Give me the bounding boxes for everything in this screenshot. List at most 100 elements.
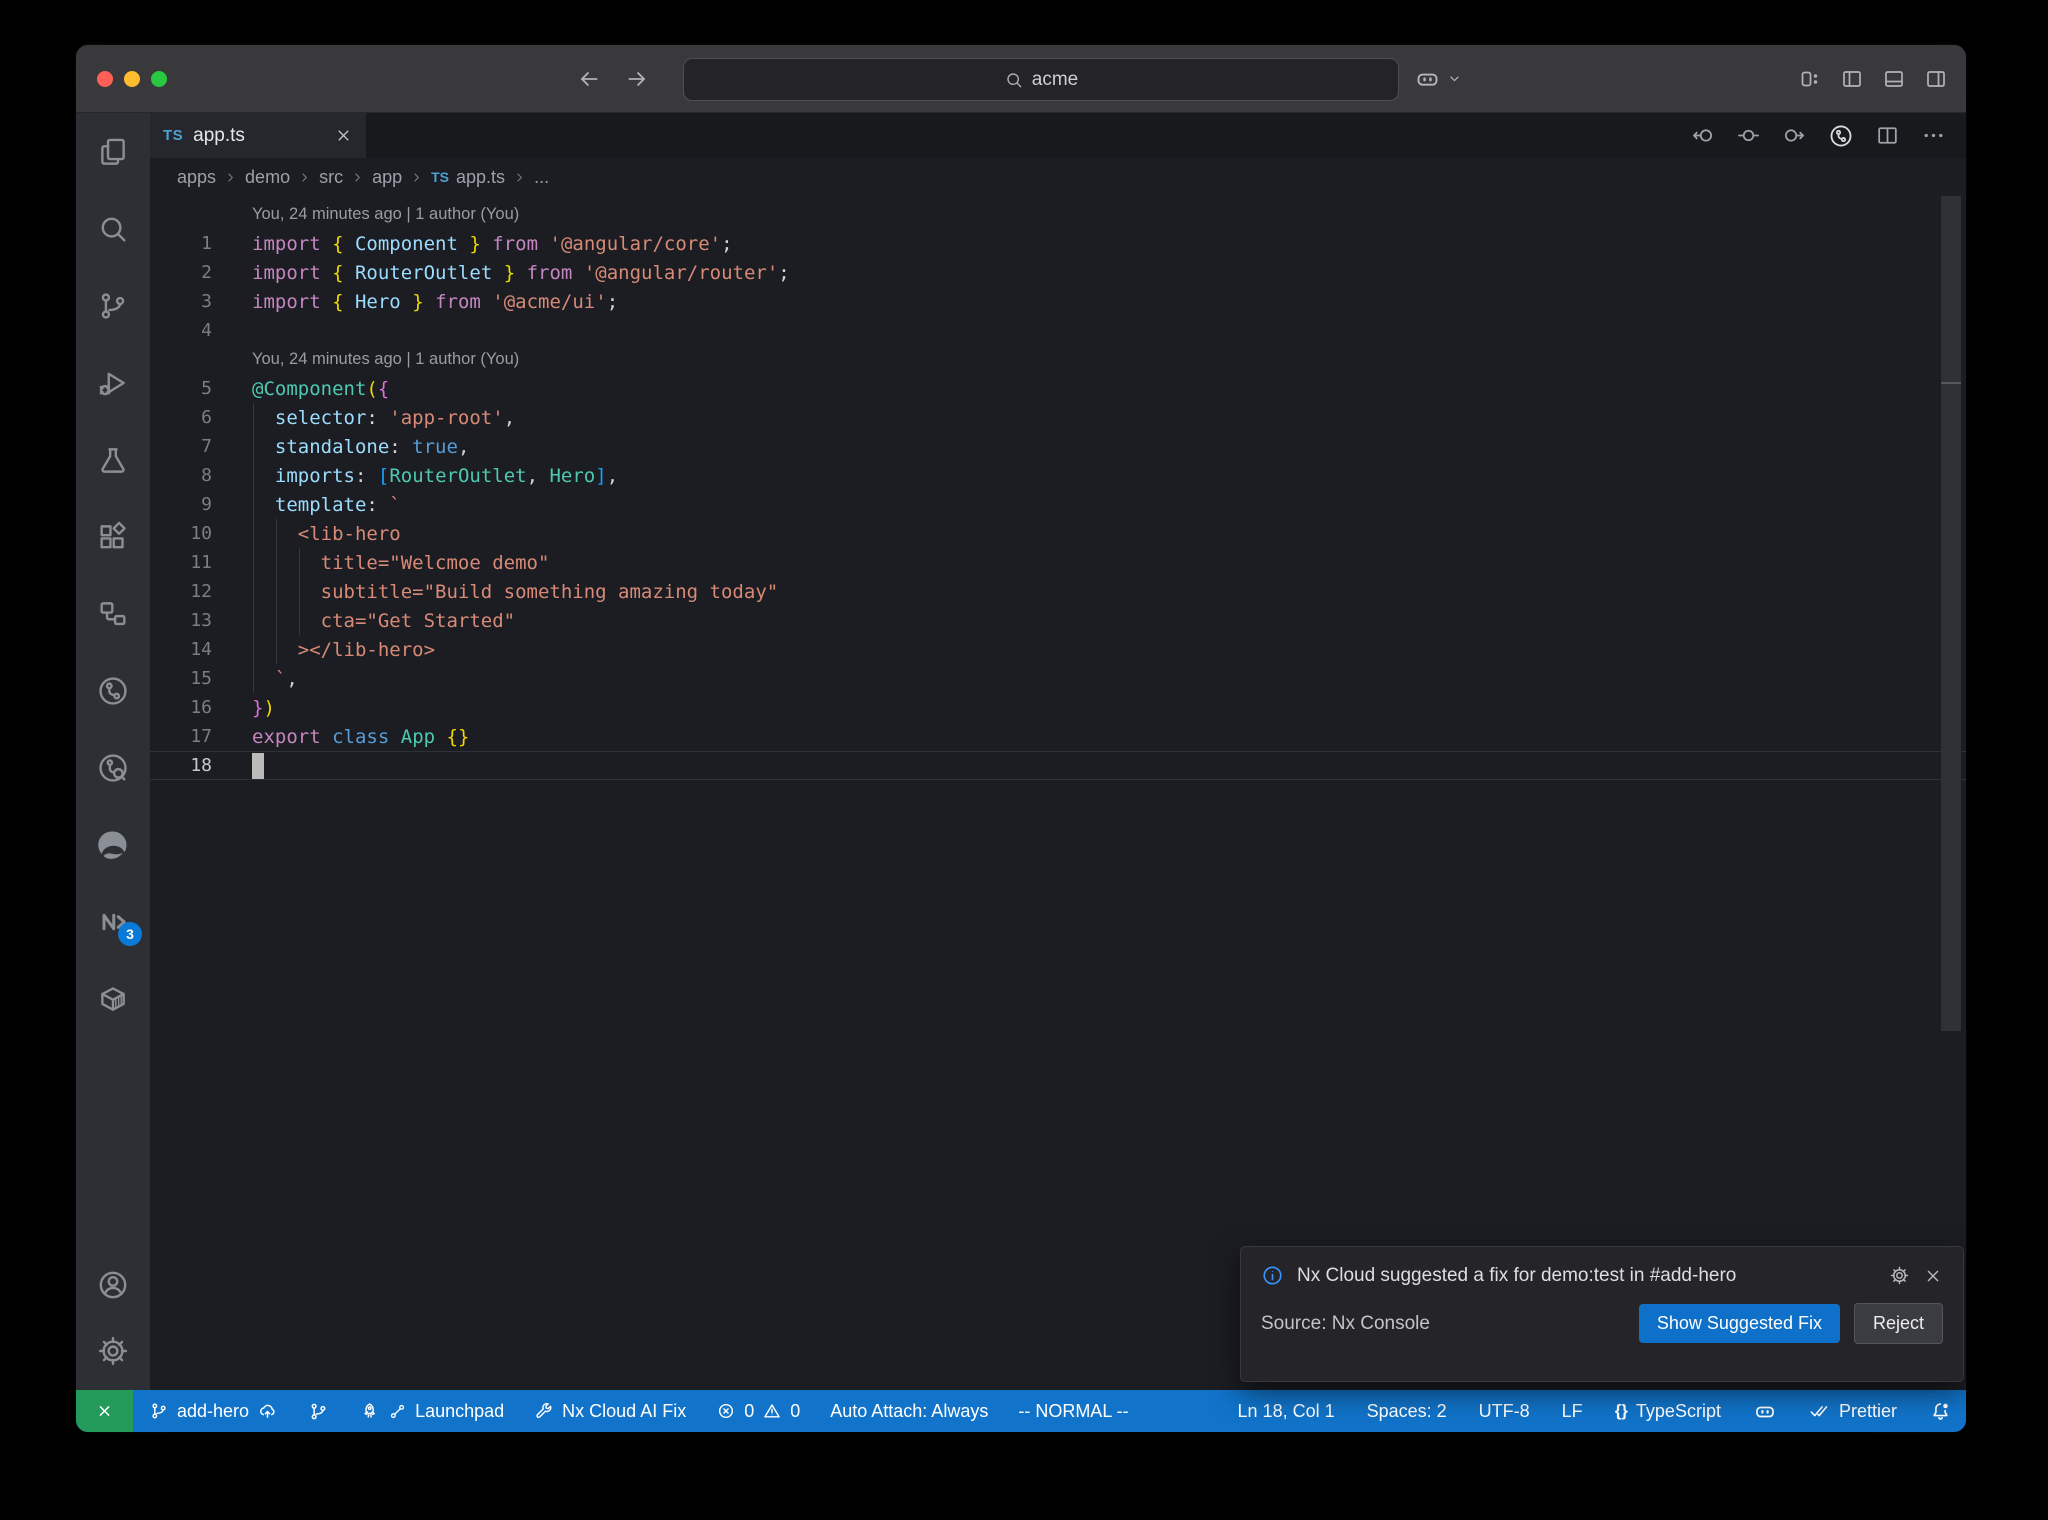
auto-attach-status[interactable]: Auto Attach: Always: [830, 1401, 988, 1422]
account-icon[interactable]: [76, 1252, 150, 1318]
line-content[interactable]: import { RouterOutlet } from '@angular/r…: [212, 262, 790, 284]
run-debug-icon[interactable]: [76, 344, 150, 421]
notification-settings-icon[interactable]: [1889, 1265, 1910, 1286]
line-content[interactable]: import { Component } from '@angular/core…: [212, 233, 733, 255]
vim-mode-status[interactable]: -- NORMAL --: [1018, 1401, 1128, 1422]
code-line[interactable]: 7 standalone: true,: [150, 432, 1966, 461]
breadcrumb-item[interactable]: apps: [177, 167, 216, 188]
commit-graph-icon[interactable]: [1828, 123, 1854, 149]
source-control-icon[interactable]: [76, 267, 150, 344]
branch-status[interactable]: add-hero: [149, 1401, 278, 1422]
gitlens-current-icon[interactable]: [1736, 123, 1761, 148]
notification-close-icon[interactable]: [1923, 1266, 1943, 1286]
code-line[interactable]: 10 <lib-hero: [150, 519, 1966, 548]
gitlens-icon[interactable]: [76, 652, 150, 729]
launchpad-status[interactable]: Launchpad: [359, 1401, 504, 1422]
codelens-line[interactable]: You, 24 minutes ago | 1 author (You): [150, 200, 1966, 229]
traffic-light-minimize[interactable]: [124, 70, 140, 87]
forward-icon[interactable]: [624, 66, 650, 92]
nx-cloud-fix-status[interactable]: Nx Cloud AI Fix: [534, 1401, 686, 1422]
codelens-line[interactable]: You, 24 minutes ago | 1 author (You): [150, 345, 1966, 374]
commit-graph-status-icon[interactable]: [308, 1401, 329, 1422]
container-icon[interactable]: [76, 960, 150, 1037]
split-editor-icon[interactable]: [1875, 123, 1900, 148]
eol-status[interactable]: LF: [1562, 1401, 1583, 1422]
chevron-down-icon[interactable]: [1446, 70, 1463, 87]
line-content[interactable]: ></lib-hero>: [212, 639, 435, 661]
line-content[interactable]: `,: [212, 668, 298, 690]
editor[interactable]: You, 24 minutes ago | 1 author (You) 1 imp…: [150, 196, 1966, 1390]
code-line[interactable]: 16}): [150, 693, 1966, 722]
testing-icon[interactable]: [76, 421, 150, 498]
line-content[interactable]: subtitle="Build something amazing today": [212, 581, 779, 603]
breadcrumb-item[interactable]: demo: [245, 167, 290, 188]
code-line[interactable]: 14 ></lib-hero>: [150, 635, 1966, 664]
breadcrumb-file[interactable]: app.ts: [456, 167, 505, 188]
editor-scrollbar[interactable]: [1941, 196, 1961, 1031]
breadcrumb-item[interactable]: app: [372, 167, 402, 188]
more-actions-icon[interactable]: [1921, 123, 1946, 148]
customize-layout-icon[interactable]: [1798, 67, 1822, 91]
language-status[interactable]: {} TypeScript: [1615, 1401, 1721, 1422]
code-line[interactable]: 3 import { Hero } from '@acme/ui';: [150, 287, 1966, 316]
problems-status[interactable]: 0 0: [716, 1401, 800, 1422]
code-line[interactable]: 8 imports: [RouterOutlet, Hero],: [150, 461, 1966, 490]
code-line[interactable]: 18: [150, 751, 1966, 780]
codelens-text[interactable]: You, 24 minutes ago | 1 author (You): [150, 350, 519, 369]
gitlens-forward-icon[interactable]: [1782, 123, 1807, 148]
gitlens-inspect-icon[interactable]: [76, 729, 150, 806]
explorer-icon[interactable]: [76, 113, 150, 190]
toggle-secondary-sidebar-icon[interactable]: [1924, 67, 1948, 91]
line-content[interactable]: export class App {}: [212, 726, 469, 748]
encoding-status[interactable]: UTF-8: [1479, 1401, 1530, 1422]
line-content[interactable]: cta="Get Started": [212, 610, 515, 632]
breadcrumb[interactable]: apps demo src app TS app.ts ...: [150, 158, 1966, 196]
reject-button[interactable]: Reject: [1853, 1303, 1943, 1344]
tab-close-icon[interactable]: [334, 126, 353, 145]
code-line[interactable]: 15 `,: [150, 664, 1966, 693]
search-view-icon[interactable]: [76, 190, 150, 267]
code-line[interactable]: 5 @Component({: [150, 374, 1966, 403]
show-suggested-fix-button[interactable]: Show Suggested Fix: [1638, 1304, 1840, 1343]
line-content[interactable]: title="Welcmoe demo": [212, 552, 550, 574]
line-content[interactable]: template: `: [212, 494, 401, 516]
back-icon[interactable]: [576, 66, 602, 92]
breadcrumb-tail[interactable]: ...: [534, 167, 549, 188]
line-content[interactable]: @Component({: [212, 378, 389, 400]
formatter-status[interactable]: Prettier: [1809, 1400, 1897, 1422]
toggle-panel-icon[interactable]: [1882, 67, 1906, 91]
project-structure-icon[interactable]: [76, 575, 150, 652]
code-line[interactable]: 6 selector: 'app-root',: [150, 403, 1966, 432]
code-line[interactable]: 11 title="Welcmoe demo": [150, 548, 1966, 577]
line-content[interactable]: imports: [RouterOutlet, Hero],: [212, 465, 618, 487]
code-line[interactable]: 17 export class App {}: [150, 722, 1966, 751]
code-line[interactable]: 2 import { RouterOutlet } from '@angular/…: [150, 258, 1966, 287]
code-line[interactable]: 1 import { Component } from '@angular/cor…: [150, 229, 1966, 258]
code-line[interactable]: 13 cta="Get Started": [150, 606, 1966, 635]
indentation-status[interactable]: Spaces: 2: [1367, 1401, 1447, 1422]
edge-swirl-icon[interactable]: [76, 806, 150, 883]
code-line[interactable]: 4: [150, 316, 1966, 345]
code-line[interactable]: 9 template: `: [150, 490, 1966, 519]
cursor-position-status[interactable]: Ln 18, Col 1: [1238, 1401, 1335, 1422]
remote-indicator[interactable]: [76, 1390, 133, 1432]
copilot-icon[interactable]: [1414, 65, 1441, 92]
line-content[interactable]: import { Hero } from '@acme/ui';: [212, 291, 618, 313]
line-content[interactable]: standalone: true,: [212, 436, 470, 458]
line-content[interactable]: selector: 'app-root',: [212, 407, 515, 429]
command-center-search[interactable]: acme: [683, 58, 1399, 101]
tab-app-ts[interactable]: TS app.ts: [150, 113, 366, 158]
line-content[interactable]: [212, 752, 264, 779]
notifications-bell-icon[interactable]: [1929, 1400, 1952, 1423]
line-content[interactable]: <lib-hero: [212, 523, 401, 545]
codelens-text[interactable]: You, 24 minutes ago | 1 author (You): [150, 205, 519, 224]
breadcrumb-item[interactable]: src: [319, 167, 343, 188]
toggle-sidebar-icon[interactable]: [1840, 67, 1864, 91]
gitlens-back-icon[interactable]: [1690, 123, 1715, 148]
nx-console-icon[interactable]: 3: [76, 883, 150, 960]
extensions-icon[interactable]: [76, 498, 150, 575]
code-line[interactable]: 12 subtitle="Build something amazing tod…: [150, 577, 1966, 606]
traffic-light-close[interactable]: [97, 70, 113, 87]
copilot-status-icon[interactable]: [1753, 1399, 1777, 1423]
line-content[interactable]: }): [212, 697, 275, 719]
